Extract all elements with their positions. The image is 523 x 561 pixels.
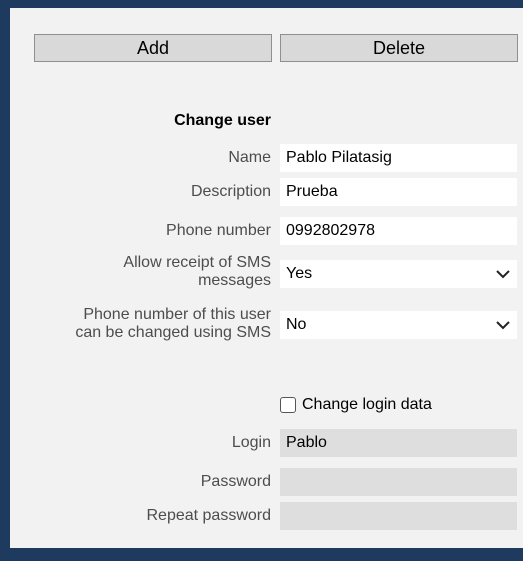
repeat-password-label: Repeat password (146, 507, 271, 524)
password-label: Password (200, 473, 271, 490)
repeat-password-field[interactable] (280, 502, 517, 530)
sms-change-select[interactable]: No (280, 311, 517, 339)
phone-field[interactable]: 0992802978 (280, 217, 517, 245)
name-label: Name (228, 149, 271, 166)
phone-label: Phone number (166, 222, 271, 239)
chevron-down-icon (496, 270, 510, 279)
name-field[interactable]: Pablo Pilatasig (280, 144, 517, 172)
password-field[interactable] (280, 468, 517, 496)
login-label: Login (231, 434, 271, 451)
sms-receipt-label-line1: Allow receipt of SMS (123, 254, 271, 271)
sms-receipt-select[interactable]: Yes (280, 260, 517, 288)
user-panel: Add Delete Change user Name Pablo Pilata… (10, 8, 523, 548)
sms-receipt-value: Yes (286, 265, 313, 282)
delete-button[interactable]: Delete (280, 34, 518, 62)
description-field[interactable]: Prueba (280, 178, 517, 206)
sms-change-value: No (286, 316, 307, 333)
change-login-option[interactable]: Change login data (280, 396, 432, 414)
sms-change-label-line2: can be changed using SMS (75, 324, 271, 341)
sms-receipt-label-line2: messages (198, 272, 271, 289)
description-label: Description (190, 183, 271, 200)
form-title: Change user (174, 112, 271, 129)
add-button[interactable]: Add (34, 34, 272, 62)
chevron-down-icon (496, 321, 510, 330)
change-login-label: Change login data (302, 396, 432, 413)
sms-change-label-line1: Phone number of this user (83, 306, 271, 323)
login-field[interactable]: Pablo (280, 429, 517, 457)
change-login-checkbox[interactable] (280, 397, 296, 413)
sms-receipt-label: Allow receipt of SMS messages (123, 254, 271, 290)
sms-change-label: Phone number of this user can be changed… (75, 306, 271, 342)
